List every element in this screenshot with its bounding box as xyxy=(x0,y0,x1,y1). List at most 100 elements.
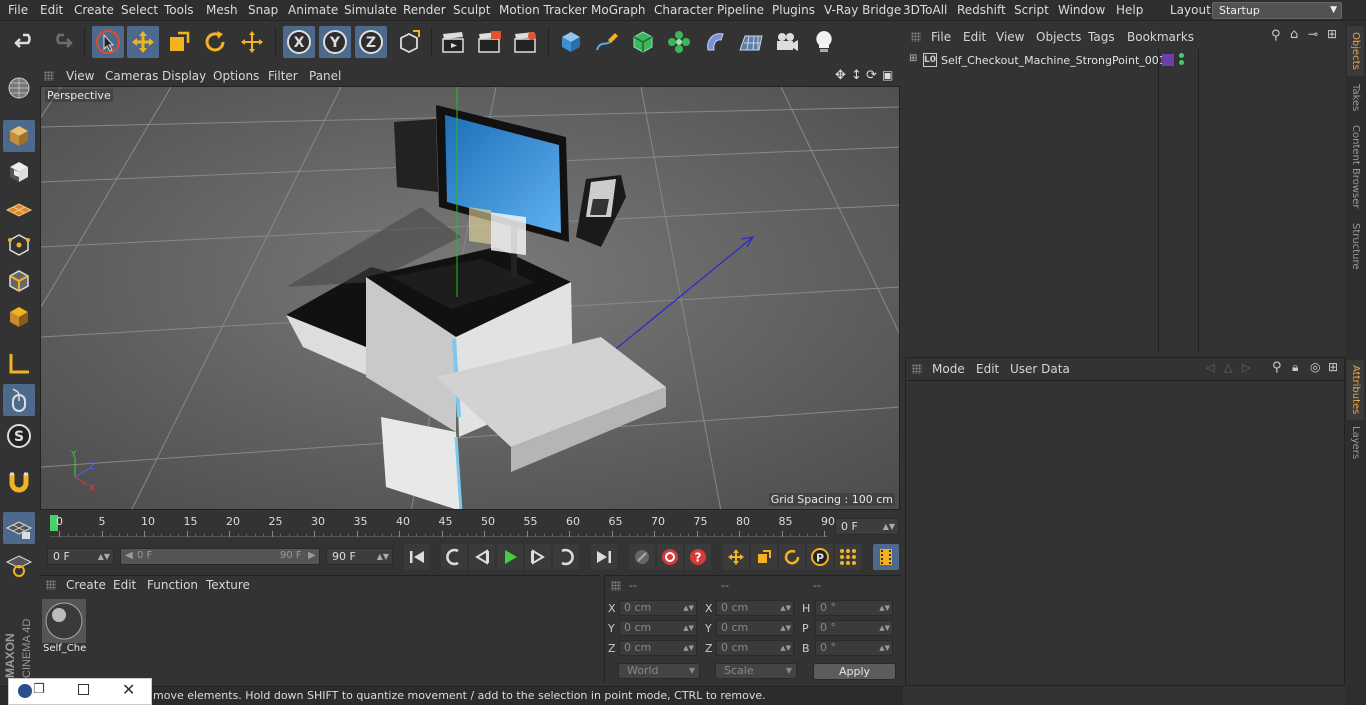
editor-visibility-dot[interactable] xyxy=(1179,53,1184,58)
menu-redshift[interactable]: Redshift xyxy=(957,0,1006,21)
key-pla-button[interactable] xyxy=(835,544,861,570)
menu-character[interactable]: Character xyxy=(654,0,713,21)
tab-takes[interactable]: Takes xyxy=(1347,80,1364,116)
current-frame-field[interactable]: 0 F ▲▼ xyxy=(835,518,899,535)
move-tool-button[interactable] xyxy=(127,26,159,58)
key-position-button[interactable] xyxy=(723,544,749,570)
link-icon[interactable]: ⊸ xyxy=(1308,27,1318,41)
viewport-menu-display[interactable]: Display xyxy=(162,66,206,86)
add-camera-button[interactable] xyxy=(771,26,803,58)
viewport-menu-cameras[interactable]: Cameras xyxy=(105,66,158,86)
render-visibility-dot[interactable] xyxy=(1179,60,1184,65)
texture-mode-button[interactable] xyxy=(3,156,35,188)
tab-objects[interactable]: Objects xyxy=(1347,26,1364,76)
menu-render[interactable]: Render xyxy=(403,0,446,21)
next-frame-button[interactable] xyxy=(525,544,551,570)
drag-grip-icon[interactable] xyxy=(611,581,621,591)
menu-help[interactable]: Help xyxy=(1116,0,1143,21)
menu-sculpt[interactable]: Sculpt xyxy=(453,0,490,21)
polygons-mode-button[interactable] xyxy=(3,301,35,333)
apply-button[interactable]: Apply xyxy=(813,663,896,680)
render-view-button[interactable] xyxy=(437,26,469,58)
live-selection-button[interactable] xyxy=(92,26,124,58)
menu-motion-tracker[interactable]: Motion Tracker xyxy=(499,0,587,21)
menu-select[interactable]: Select xyxy=(121,0,158,21)
tab-structure[interactable]: Structure xyxy=(1347,218,1364,274)
workplane-axis-button[interactable] xyxy=(3,548,35,580)
menu-plugins[interactable]: Plugins xyxy=(772,0,815,21)
range-left-arrow[interactable]: ◀ xyxy=(125,550,133,561)
object-menu-tags[interactable]: Tags xyxy=(1088,26,1115,48)
drag-grip-icon[interactable] xyxy=(911,32,921,42)
end-frame-field[interactable]: 90 F ▲▼ xyxy=(326,548,393,565)
play-button[interactable] xyxy=(497,544,523,570)
maximize-view-icon[interactable]: ▣ xyxy=(882,68,893,82)
attribute-menu-edit[interactable]: Edit xyxy=(976,358,999,380)
new-panel-icon[interactable]: ⊞ xyxy=(1327,27,1337,41)
maximize-window-icon[interactable] xyxy=(78,684,89,695)
object-menu-file[interactable]: File xyxy=(931,26,951,48)
size-y-field[interactable]: 0 cm ▲▼ xyxy=(716,620,794,636)
lock-y-axis-button[interactable]: Y xyxy=(319,26,351,58)
perspective-viewport[interactable]: Y Z X Perspective Grid Spacing : 100 cm xyxy=(40,86,900,510)
zoom-view-icon[interactable]: ↕ xyxy=(851,68,862,83)
rot-p-field[interactable]: 0 ° ▲▼ xyxy=(815,620,893,636)
menu-edit[interactable]: Edit xyxy=(40,0,63,21)
search-icon[interactable]: ⚲ xyxy=(1271,28,1281,43)
tweak-mode-button[interactable] xyxy=(3,384,35,416)
add-deformer-button[interactable] xyxy=(699,26,731,58)
next-key-button[interactable] xyxy=(553,544,579,570)
start-frame-field[interactable]: 0 F ▲▼ xyxy=(47,548,114,565)
workplane-mode-button[interactable] xyxy=(3,192,35,224)
object-menu-bookmarks[interactable]: Bookmarks xyxy=(1127,26,1194,48)
viewport-menu-view[interactable]: View xyxy=(66,66,94,86)
layer-color-swatch[interactable] xyxy=(1162,54,1174,66)
restore-window-icon[interactable]: ❐ xyxy=(33,682,45,697)
material-swatch[interactable]: Self_Che xyxy=(42,599,86,657)
redo-button[interactable] xyxy=(45,26,77,58)
menu-mograph[interactable]: MoGraph xyxy=(591,0,646,21)
make-editable-button[interactable] xyxy=(3,72,35,104)
menu-3dtoall[interactable]: 3DToAll xyxy=(903,0,947,21)
frame-range-slider[interactable]: ◀ 0 F 90 F ▶ xyxy=(120,548,320,565)
previous-key-button[interactable] xyxy=(441,544,467,570)
forward-arrow-icon[interactable]: ▷ xyxy=(1242,361,1250,374)
size-x-field[interactable]: 0 cm ▲▼ xyxy=(716,600,794,616)
add-cube-button[interactable] xyxy=(555,26,587,58)
new-panel-icon[interactable]: ⊞ xyxy=(1328,360,1338,374)
viewport-menu-options[interactable]: Options xyxy=(213,66,259,86)
material-menu-create[interactable]: Create xyxy=(66,575,106,595)
magnet-snap-button[interactable] xyxy=(3,467,35,499)
menu-vray-bridge[interactable]: V-Ray Bridge xyxy=(824,0,901,21)
autokeying-button[interactable]: ? xyxy=(685,544,711,570)
menu-file[interactable]: File xyxy=(8,0,28,21)
object-row[interactable]: ⊞ L0 Self_Checkout_Machine_StrongPoint_0… xyxy=(905,51,1166,71)
object-menu-edit[interactable]: Edit xyxy=(963,26,986,48)
go-to-end-button[interactable] xyxy=(591,544,617,570)
up-arrow-icon[interactable]: △ xyxy=(1224,361,1232,374)
render-to-picture-viewer-button[interactable] xyxy=(473,26,505,58)
menu-mesh[interactable]: Mesh xyxy=(206,0,238,21)
material-menu-texture[interactable]: Texture xyxy=(206,575,250,595)
attribute-menu-mode[interactable]: Mode xyxy=(932,358,965,380)
drag-grip-icon[interactable] xyxy=(44,71,54,81)
coordinate-system-button[interactable] xyxy=(393,26,425,58)
record-active-objects-button[interactable] xyxy=(657,544,683,570)
timeline-ruler[interactable]: 0 5 10 15 20 25 30 35 40 45 50 55 60 65 70 75 80 85 90 0 F… xyxy=(40,511,902,541)
size-z-field[interactable]: 0 cm ▲▼ xyxy=(716,640,794,656)
pos-z-field[interactable]: 0 cm ▲▼ xyxy=(619,640,697,656)
object-name[interactable]: Self_Checkout_Machine_StrongPoint_001 xyxy=(941,54,1166,67)
lock-icon[interactable]: 🔒︎ xyxy=(1292,360,1298,375)
menu-simulate[interactable]: Simulate xyxy=(344,0,397,21)
record-mode-button[interactable] xyxy=(629,544,655,570)
lock-x-axis-button[interactable]: X xyxy=(283,26,315,58)
viewport-menu-panel[interactable]: Panel xyxy=(309,66,341,86)
size-mode-dropdown[interactable]: Scale ▼ xyxy=(715,663,797,679)
search-icon[interactable]: ⚲ xyxy=(1272,360,1282,375)
add-light-button[interactable] xyxy=(808,26,840,58)
menu-snap[interactable]: Snap xyxy=(248,0,278,21)
range-right-arrow[interactable]: ▶ xyxy=(308,550,316,561)
edges-mode-button[interactable] xyxy=(3,265,35,297)
key-rotation-button[interactable] xyxy=(779,544,805,570)
add-generator-button[interactable] xyxy=(627,26,659,58)
